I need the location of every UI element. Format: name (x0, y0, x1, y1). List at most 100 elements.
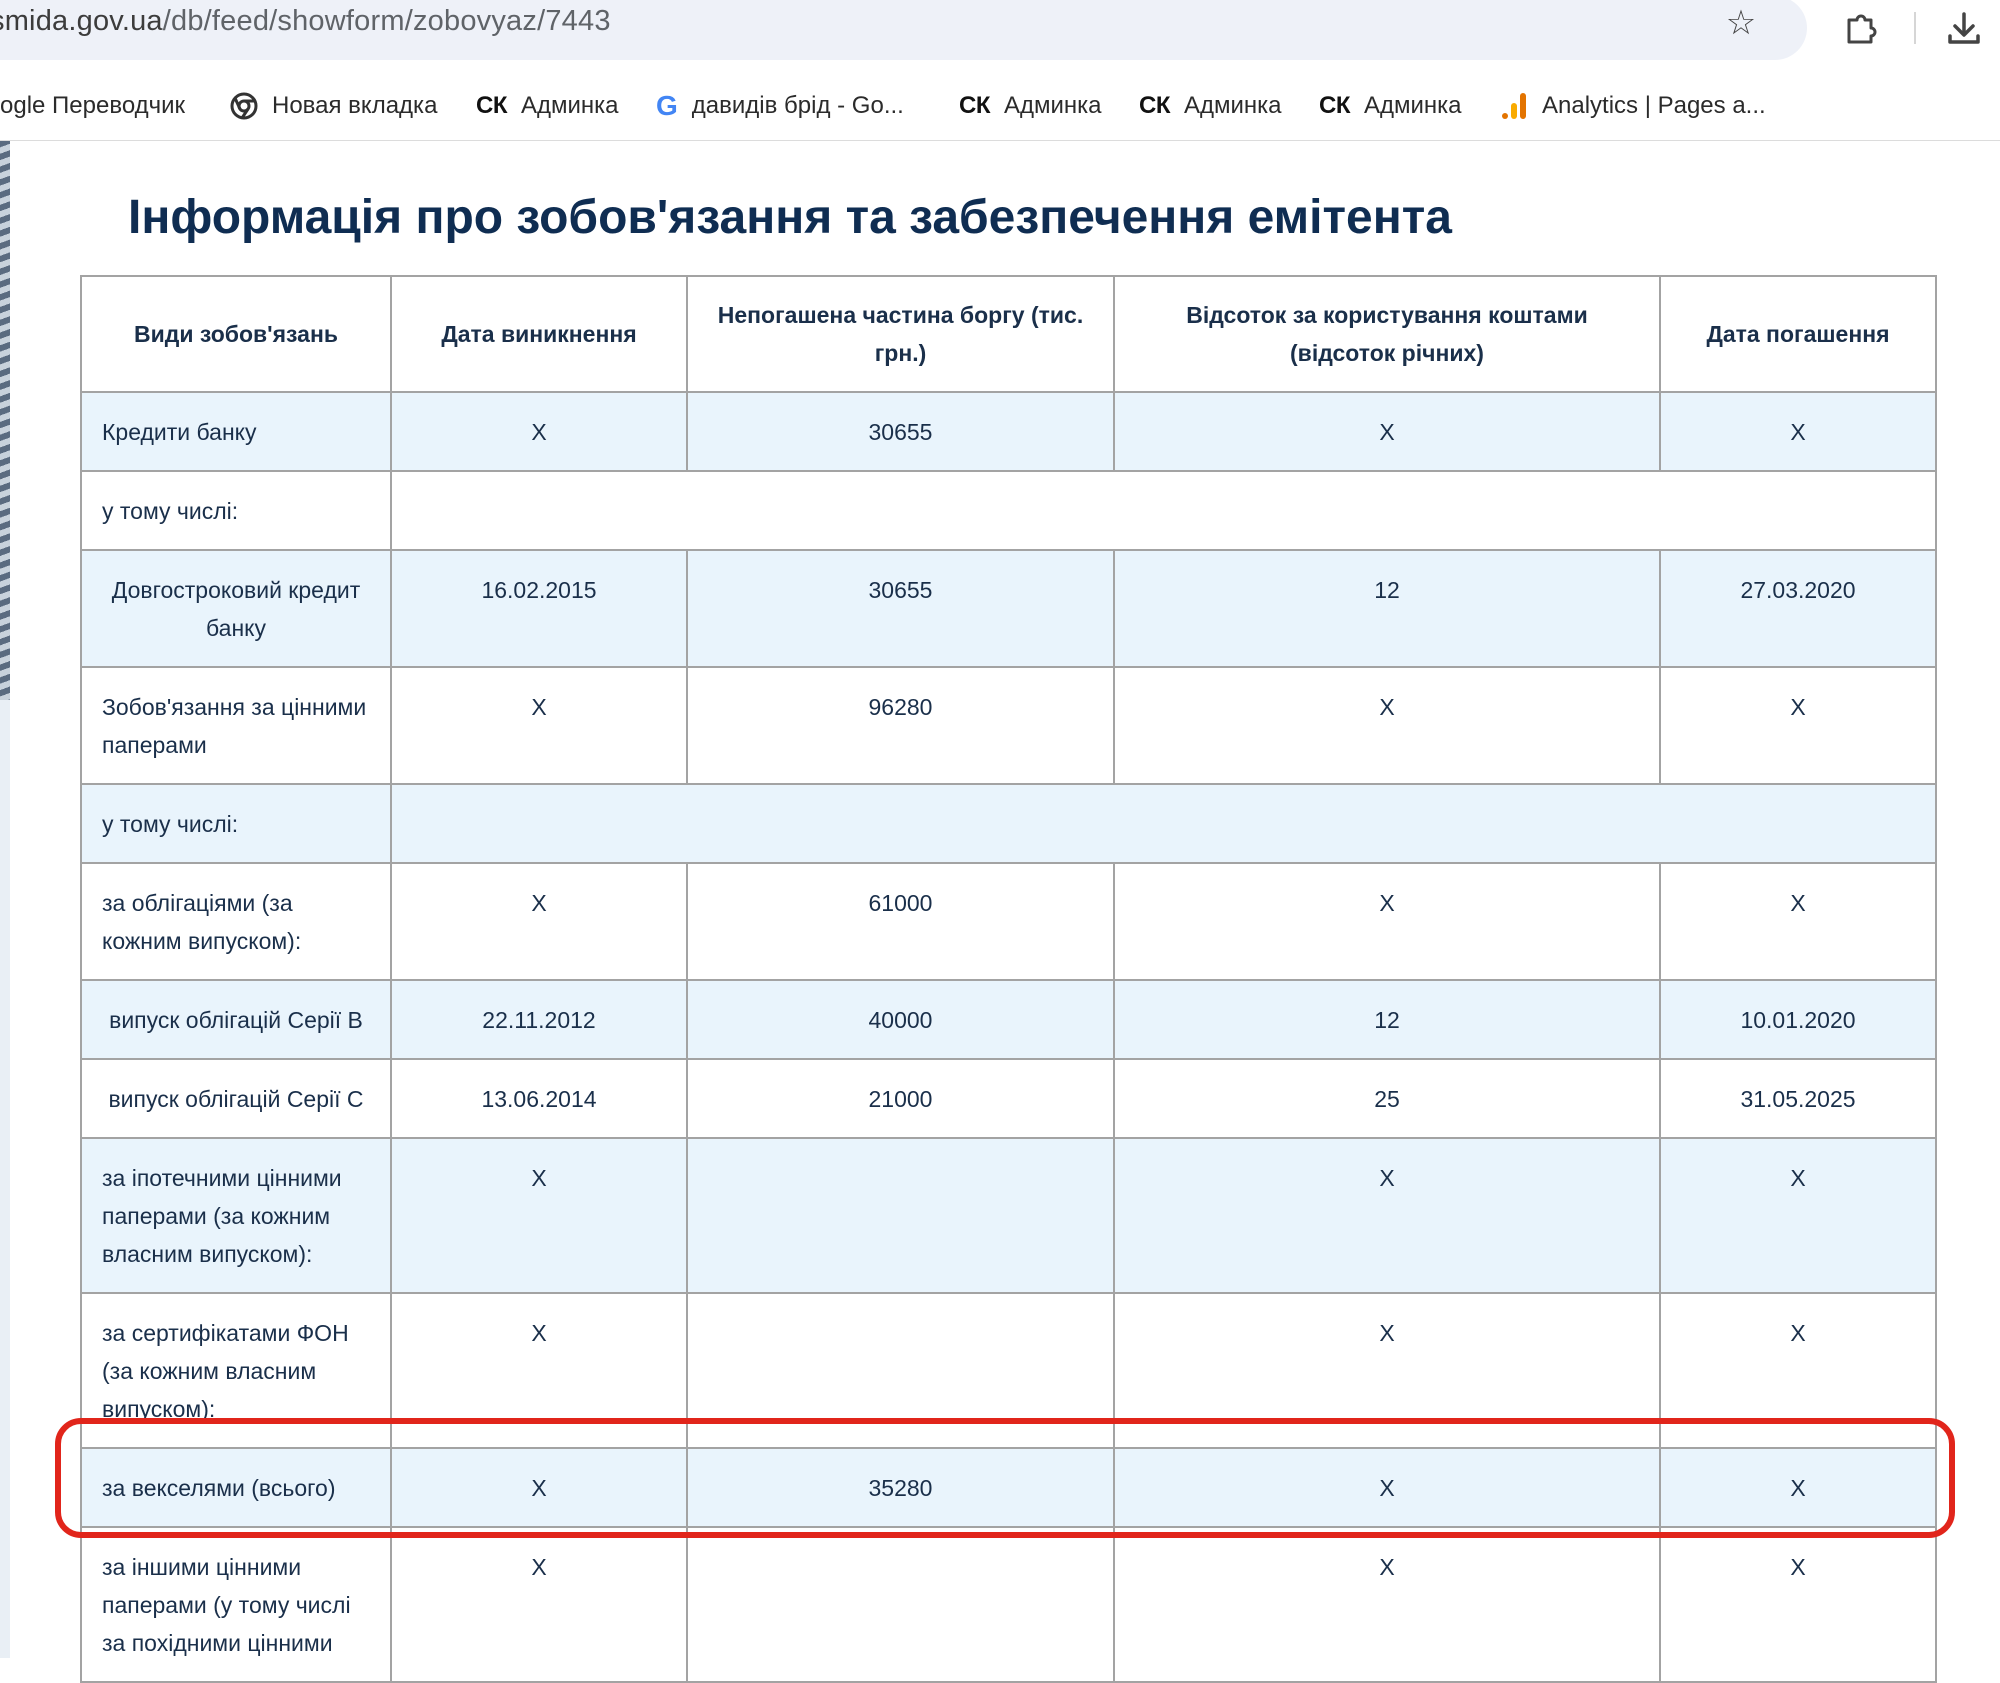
cell-debt (686, 1292, 1115, 1449)
cell-date: X (390, 666, 688, 785)
table-row: за іншими цінними паперами (у тому числі… (80, 1526, 1937, 1683)
ck-logo-icon: СК (1139, 92, 1170, 119)
bookmark-google-translate[interactable]: ogle Переводчик (0, 86, 185, 126)
analytics-icon (1502, 93, 1526, 119)
cell-type: за сертифікатами ФОН (за кожним власним … (80, 1292, 392, 1449)
cell-type: за векселями (всього) (80, 1447, 392, 1528)
header-origin-date: Дата виникнення (390, 275, 688, 393)
cell-debt: 61000 (686, 862, 1115, 981)
cell-date: X (390, 391, 688, 472)
bookmark-label: Новая вкладка (272, 92, 438, 119)
bookmark-star-icon[interactable]: ☆ (1723, 5, 1759, 41)
cell-date: X (390, 1526, 688, 1683)
table-row: Кредити банку X 30655 X X (80, 391, 1937, 472)
cell-type: Зобов'язання за цінними паперами (80, 666, 392, 785)
cell-type: за облігаціями (за кожним випуском): (80, 862, 392, 981)
cell-maturity: 31.05.2025 (1659, 1058, 1937, 1139)
cell-type: випуск облігацій Серії С (80, 1058, 392, 1139)
bookmark-label: давидів брід - Go... (691, 92, 904, 119)
ck-logo-icon: СК (476, 92, 507, 119)
table-row: випуск облігацій Серії С 13.06.2014 2100… (80, 1058, 1937, 1139)
google-icon: G (656, 90, 678, 121)
address-bar[interactable]: smida.gov.ua/db/feed/showform/zobovyaz/7… (0, 0, 1807, 60)
cell-date: X (390, 1137, 688, 1294)
cell-maturity: X (1659, 1526, 1937, 1683)
header-maturity-date: Дата погашення (1659, 275, 1937, 393)
bookmark-new-tab[interactable]: Новая вкладка (230, 86, 437, 126)
cell-debt: 35280 (686, 1447, 1115, 1528)
cell-debt: 21000 (686, 1058, 1115, 1139)
cell-rate: X (1113, 1292, 1661, 1449)
cell-rate: X (1113, 1526, 1661, 1683)
extensions-puzzle-icon[interactable] (1843, 10, 1879, 46)
cell-type: у тому числі: (80, 783, 392, 864)
cell-empty (390, 783, 1937, 864)
page-title: Інформація про зобов'язання та забезпече… (128, 191, 1452, 244)
address-bar-url[interactable]: smida.gov.ua/db/feed/showform/zobovyaz/7… (0, 5, 611, 38)
download-icon[interactable] (1944, 8, 1984, 48)
url-host: smida.gov.ua (0, 5, 163, 37)
cell-rate: 25 (1113, 1058, 1661, 1139)
table-row: у тому числі: (80, 470, 1937, 551)
cell-maturity: X (1659, 1292, 1937, 1449)
cell-date: X (390, 862, 688, 981)
cell-type: за іпотечними цінними паперами (за кожни… (80, 1137, 392, 1294)
cell-date: X (390, 1447, 688, 1528)
cell-rate: X (1113, 391, 1661, 472)
toolbar-separator (1914, 12, 1916, 44)
cell-debt: 30655 (686, 549, 1115, 668)
cell-maturity: X (1659, 1137, 1937, 1294)
cell-rate: X (1113, 666, 1661, 785)
cell-rate: 12 (1113, 979, 1661, 1060)
url-path: /db/feed/showform/zobovyaz/7443 (162, 5, 611, 37)
bookmark-label: Analytics | Pages a... (1542, 92, 1766, 119)
table-header-row: Види зобов'язань Дата виникнення Непогаш… (80, 275, 1937, 393)
bookmark-admin-3[interactable]: СК Админка (1139, 86, 1282, 126)
cell-empty (390, 470, 1937, 551)
cell-type: у тому числі: (80, 470, 392, 551)
header-outstanding-debt: Непогашена частина боргу (тис. грн.) (686, 275, 1115, 393)
cell-maturity: X (1659, 666, 1937, 785)
cell-debt (686, 1137, 1115, 1294)
table-row: за іпотечними цінними паперами (за кожни… (80, 1137, 1937, 1294)
cell-type: Довгостроковий кредит банку (80, 549, 392, 668)
cell-debt (686, 1526, 1115, 1683)
cell-maturity: X (1659, 391, 1937, 472)
cell-type: Кредити банку (80, 391, 392, 472)
bookmarks-bar: ogle Переводчик Новая вкладка СК Админка… (0, 84, 2000, 128)
cell-debt: 30655 (686, 391, 1115, 472)
cell-date: 16.02.2015 (390, 549, 688, 668)
bookmark-label: Админка (1183, 92, 1282, 119)
cell-rate: X (1113, 1137, 1661, 1294)
bookmark-label: ogle Переводчик (0, 92, 186, 119)
bookmark-admin-2[interactable]: СК Админка (959, 86, 1102, 126)
table-row: Зобов'язання за цінними паперами X 96280… (80, 666, 1937, 785)
table-row-highlighted: за векселями (всього) X 35280 X X (80, 1447, 1937, 1528)
cell-rate: X (1113, 1447, 1661, 1528)
chrome-icon (230, 92, 258, 120)
cell-type: випуск облігацій Серії В (80, 979, 392, 1060)
ck-logo-icon: СК (959, 92, 990, 119)
cell-maturity: X (1659, 1447, 1937, 1528)
browser-chrome: smida.gov.ua/db/feed/showform/zobovyaz/7… (0, 0, 2000, 141)
cell-date: X (390, 1292, 688, 1449)
bookmark-label: Админка (520, 92, 619, 119)
table-row: за облігаціями (за кожним випуском): X 6… (80, 862, 1937, 981)
bookmark-admin-1[interactable]: СК Админка (476, 86, 619, 126)
bookmark-analytics[interactable]: Analytics | Pages a... (1500, 86, 1766, 126)
cell-debt: 40000 (686, 979, 1115, 1060)
cell-rate: 12 (1113, 549, 1661, 668)
cell-rate: X (1113, 862, 1661, 981)
background-strip (0, 141, 10, 701)
table-row: у тому числі: (80, 783, 1937, 864)
ck-logo-icon: СК (1319, 92, 1350, 119)
cell-date: 13.06.2014 (390, 1058, 688, 1139)
table-row: випуск облігацій Серії В 22.11.2012 4000… (80, 979, 1937, 1060)
bookmark-admin-4[interactable]: СК Админка (1319, 86, 1462, 126)
header-interest-rate: Відсоток за користування коштами (відсот… (1113, 275, 1661, 393)
table-row: Довгостроковий кредит банку 16.02.2015 3… (80, 549, 1937, 668)
background-strip-lower (0, 700, 10, 1658)
bookmark-google-search[interactable]: G давидів брід - Go... (656, 86, 904, 126)
bookmark-label: Админка (1003, 92, 1102, 119)
table-row: за сертифікатами ФОН (за кожним власним … (80, 1292, 1937, 1449)
